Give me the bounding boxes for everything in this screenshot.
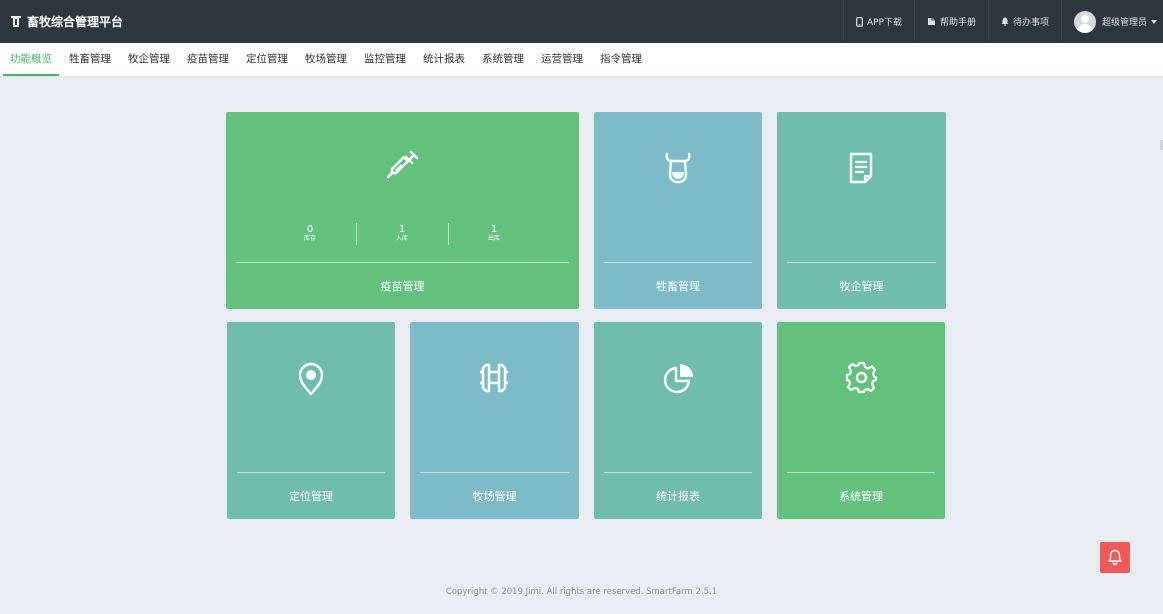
tab-system[interactable]: 系统管理: [475, 43, 531, 75]
card-label: 疫苗管理: [380, 280, 425, 293]
location-pin-icon: [298, 362, 324, 396]
help-manual-link[interactable]: 帮助手册: [915, 0, 988, 43]
stat-outbound: 1 出库: [464, 224, 524, 243]
stat-outbound-value: 1: [490, 224, 498, 235]
card-enterprise[interactable]: 牧企管理: [777, 112, 946, 309]
tab-ranch[interactable]: 牧场管理: [298, 43, 354, 75]
tab-livestock[interactable]: 牲畜管理: [62, 43, 118, 75]
card-divider: [787, 262, 936, 263]
tab-location[interactable]: 定位管理: [239, 43, 295, 75]
footer-copyright: Copyright © 2019 Jimi. All rights are re…: [445, 587, 718, 597]
todo-label: 待办事项: [1012, 18, 1049, 28]
fence-icon: [480, 363, 508, 393]
stat-divider: [356, 223, 357, 245]
card-label: 牲畜管理: [656, 280, 700, 293]
stat-inbound-caption: 入库: [395, 235, 408, 242]
stat-divider: [448, 223, 449, 245]
card-vaccine[interactable]: 0 库存 1 入库 1 出库 疫苗管理: [226, 112, 579, 309]
tab-commands[interactable]: 指令管理: [593, 43, 649, 75]
brand[interactable]: 畜牧综合管理平台: [10, 13, 123, 30]
tab-enterprise[interactable]: 牧企管理: [121, 43, 177, 75]
card-label: 统计报表: [656, 490, 700, 503]
top-header: 畜牧综合管理平台 APP下载 帮助手册 待办事项 超级管理员: [0, 0, 1163, 43]
card-system[interactable]: 系统管理: [777, 322, 945, 519]
card-label: 牧场管理: [472, 490, 517, 503]
card-divider: [236, 262, 569, 263]
chevron-down-icon: [1151, 19, 1157, 24]
gear-icon: [845, 361, 878, 394]
card-divider: [604, 472, 752, 473]
app-download-link[interactable]: APP下载: [844, 0, 914, 43]
app-download-label: APP下载: [866, 18, 902, 28]
tab-vaccine[interactable]: 疫苗管理: [180, 43, 236, 75]
card-divider: [787, 472, 935, 473]
help-manual-label: 帮助手册: [939, 18, 976, 28]
stat-outbound-caption: 出库: [487, 235, 500, 242]
stat-inventory-caption: 库存: [303, 235, 316, 242]
main-nav: 功能概览 牲畜管理 牧企管理 疫苗管理 定位管理 牧场管理 监控管理 统计报表 …: [0, 43, 1163, 77]
card-ranch[interactable]: 牧场管理: [410, 322, 579, 519]
phone-icon: [856, 16, 863, 27]
user-name: 超级管理员: [1101, 18, 1147, 28]
user-menu[interactable]: 超级管理员: [1062, 0, 1163, 43]
card-divider: [604, 262, 752, 263]
tab-statistics[interactable]: 统计报表: [416, 43, 472, 75]
bell-icon: [1001, 17, 1009, 26]
pie-chart-icon: [663, 364, 693, 394]
avatar: [1073, 10, 1096, 33]
bell-icon: [1108, 549, 1122, 566]
stat-inventory: 0 库存: [280, 224, 340, 243]
stat-inbound: 1 入库: [372, 224, 432, 243]
book-icon: [927, 18, 935, 25]
card-label: 牧企管理: [839, 280, 884, 293]
cattle-icon: [665, 152, 691, 184]
card-divider: [237, 472, 385, 473]
stat-inventory-value: 0: [306, 224, 314, 235]
stat-inbound-value: 1: [398, 224, 406, 235]
card-livestock[interactable]: 牲畜管理: [594, 112, 762, 309]
card-statistics[interactable]: 统计报表: [594, 322, 762, 519]
tab-operations[interactable]: 运营管理: [534, 43, 590, 75]
syringe-icon: [386, 150, 419, 179]
todo-link[interactable]: 待办事项: [989, 0, 1061, 43]
alert-button[interactable]: [1100, 542, 1130, 573]
tab-overview[interactable]: 功能概览: [3, 43, 59, 76]
card-label: 系统管理: [839, 490, 883, 503]
app-title: 畜牧综合管理平台: [27, 15, 124, 29]
card-location[interactable]: 定位管理: [227, 322, 395, 519]
document-icon: [849, 152, 873, 184]
tab-monitoring[interactable]: 监控管理: [357, 43, 413, 75]
card-divider: [420, 472, 569, 473]
card-label: 定位管理: [289, 490, 333, 503]
logo-icon: [11, 15, 21, 27]
